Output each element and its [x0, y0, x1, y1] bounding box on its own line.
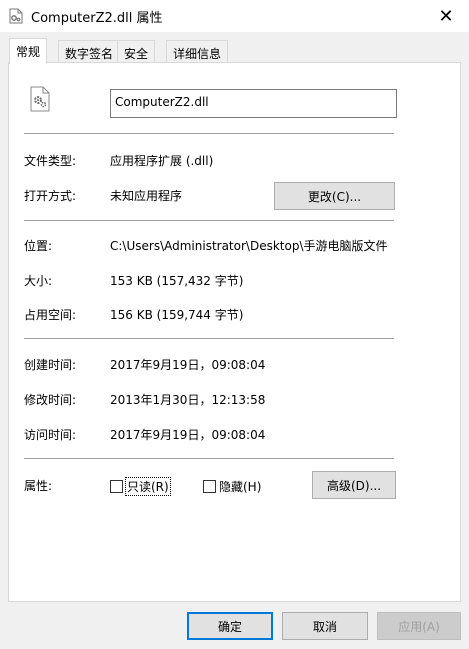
cancel-button[interactable]: 取消 [282, 612, 368, 640]
close-icon: ✕ [438, 5, 454, 27]
open-with-value: 未知应用程序 [110, 189, 183, 203]
tab-label: 详细信息 [173, 47, 222, 61]
location-value: C:\Users\Administrator\Desktop\手游电脑版文件 [110, 239, 388, 253]
tab-label: 常规 [16, 45, 41, 59]
modified-value: 2013年1月30日，12:13:58 [110, 393, 266, 407]
tab-label: 安全 [124, 47, 149, 61]
size-on-disk-label: 占用空间: [24, 308, 77, 322]
size-label: 大小: [24, 274, 53, 288]
file-name-input[interactable]: ComputerZ2.dll [110, 89, 397, 118]
close-button[interactable]: ✕ [423, 0, 469, 32]
tab-general[interactable]: 常规 [9, 38, 48, 64]
readonly-checkbox-box[interactable] [110, 480, 123, 493]
readonly-checkbox-label: 只读(R) [125, 477, 171, 496]
modified-label: 修改时间: [24, 393, 77, 407]
file-type-label: 文件类型: [24, 154, 77, 168]
separator [24, 133, 394, 134]
accessed-label: 访问时间: [24, 428, 77, 442]
location-label: 位置: [24, 239, 53, 253]
file-type-value: 应用程序扩展 (.dll) [110, 154, 214, 168]
hidden-checkbox-box[interactable] [203, 480, 216, 493]
hidden-checkbox-label: 隐藏(H) [219, 480, 262, 494]
accessed-value: 2017年9月19日，09:08:04 [110, 428, 266, 442]
attributes-label: 属性: [24, 479, 53, 493]
separator [24, 338, 394, 339]
tab-digital-signatures[interactable]: 数字签名 [58, 40, 121, 62]
dll-gear-file-icon [30, 86, 50, 112]
title-bar: ComputerZ2.dll 属性 ✕ [0, 0, 469, 32]
tab-label: 数字签名 [65, 47, 114, 61]
separator [24, 458, 394, 459]
dll-file-icon [9, 8, 23, 24]
tab-security[interactable]: 安全 [117, 40, 156, 62]
open-with-label: 打开方式: [24, 189, 77, 203]
general-panel [8, 62, 461, 602]
size-on-disk-value: 156 KB (159,744 字节) [110, 308, 244, 322]
apply-button[interactable]: 应用(A) [377, 612, 461, 640]
created-label: 创建时间: [24, 358, 77, 372]
window-title: ComputerZ2.dll 属性 [31, 11, 163, 26]
change-button[interactable]: 更改(C)... [274, 182, 395, 210]
tab-details[interactable]: 详细信息 [166, 40, 229, 62]
hidden-checkbox[interactable]: 隐藏(H) [203, 478, 261, 495]
size-value: 153 KB (157,432 字节) [110, 274, 244, 288]
readonly-checkbox[interactable]: 只读(R) [110, 477, 171, 496]
advanced-button[interactable]: 高级(D)... [312, 471, 396, 499]
ok-button[interactable]: 确定 [187, 612, 273, 640]
separator [24, 220, 394, 221]
created-value: 2017年9月19日，09:08:04 [110, 358, 266, 372]
